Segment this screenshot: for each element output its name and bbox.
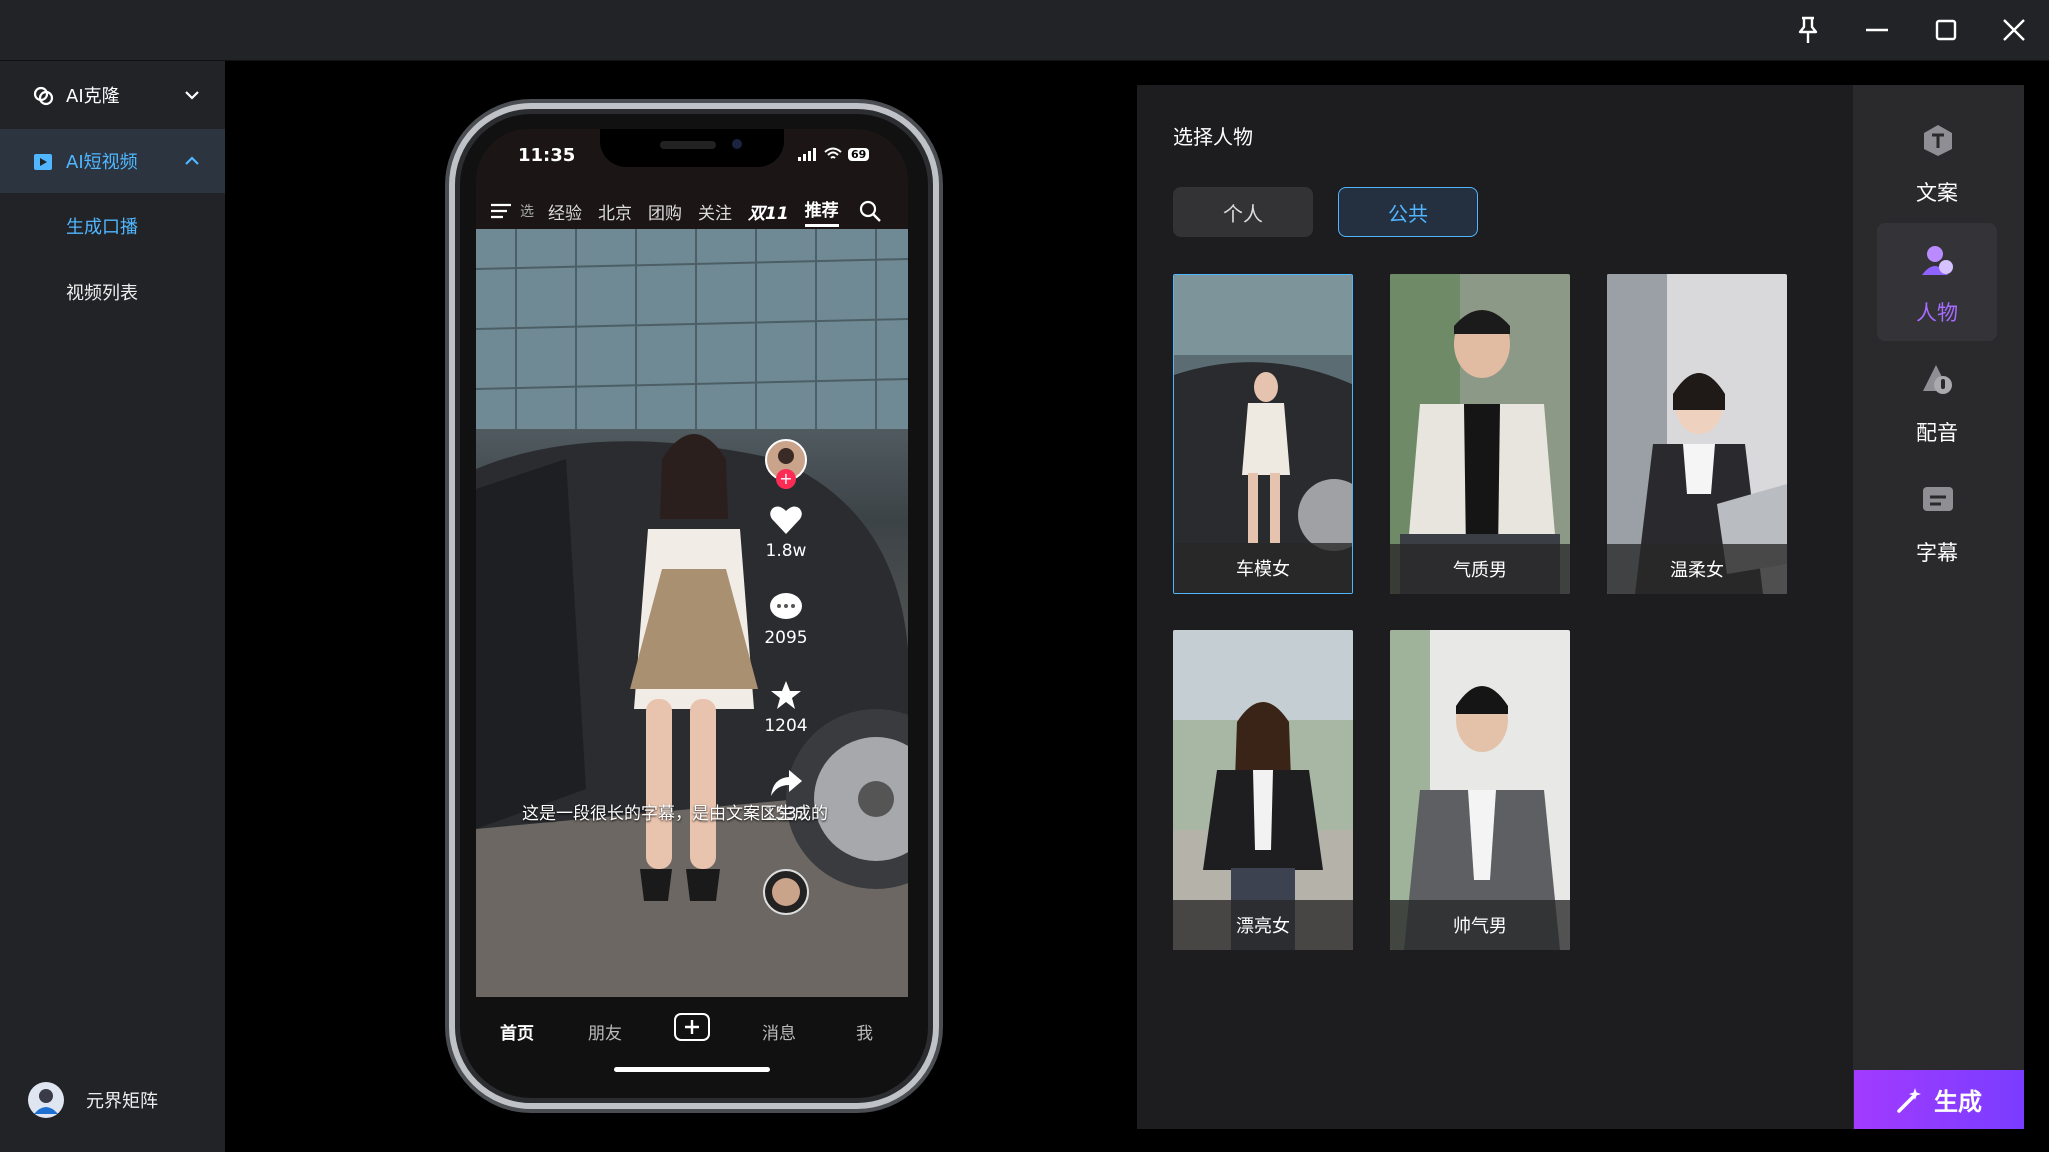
nav-item-recommend[interactable]: 推荐 (804, 196, 839, 227)
video-icon (34, 154, 52, 170)
share-icon (771, 770, 802, 796)
search-icon[interactable] (859, 200, 881, 222)
like-count: 1.8w (765, 541, 807, 561)
sidebar-group-ai-clone[interactable]: AI克隆 (0, 63, 225, 127)
nav-item-follow[interactable]: 关注 (698, 199, 732, 224)
add-post-button[interactable] (674, 1013, 710, 1041)
character-card[interactable]: 温柔女 (1607, 274, 1787, 594)
nav-item-beijing[interactable]: 北京 (598, 199, 632, 224)
voice-icon (1923, 365, 1952, 394)
minimize-icon[interactable] (1853, 10, 1901, 50)
character-name: 帅气男 (1390, 900, 1570, 950)
comment-button[interactable]: 2095 (756, 591, 816, 648)
sidebar-group-ai-short-video[interactable]: AI短视频 (0, 129, 225, 193)
generate-button[interactable]: 生成 (1854, 1070, 2024, 1129)
tab-friends[interactable]: 朋友 (588, 1019, 622, 1044)
rail-item-voice[interactable]: 配音 (1877, 343, 1997, 461)
nav-item-experience[interactable]: 经验 (548, 199, 582, 224)
close-icon[interactable] (1990, 10, 2038, 50)
favorite-button[interactable]: 1204 (756, 679, 816, 736)
nav-item-groupbuy[interactable]: 团购 (648, 199, 682, 224)
comment-count: 2095 (764, 628, 808, 648)
subtitle-icon (1923, 487, 1953, 511)
video-scene-illustration (476, 229, 908, 997)
home-indicator (614, 1067, 770, 1072)
character-card[interactable]: 帅气男 (1390, 630, 1570, 950)
character-name: 气质男 (1390, 544, 1570, 594)
signal-icon (798, 148, 816, 161)
maximize-icon[interactable] (1922, 10, 1970, 50)
character-card[interactable]: 漂亮女 (1173, 630, 1353, 950)
chevron-up-icon (185, 156, 199, 165)
clone-icon (33, 86, 54, 106)
favorite-count: 1204 (764, 716, 808, 736)
pin-icon[interactable] (1784, 10, 1832, 50)
video-subtitle: 这是一段很长的字幕，是由文案区生成的 (522, 804, 828, 824)
generate-label: 生成 (1934, 1088, 1982, 1116)
music-disc[interactable] (756, 869, 816, 920)
tool-rail: 文案 人物 配音 字幕 (1853, 85, 2024, 1129)
rail-item-label: 配音 (1916, 421, 1958, 445)
tab-messages[interactable]: 消息 (762, 1019, 796, 1044)
phone-top-nav: 选 经验 北京 团购 关注 双11 推荐 (476, 189, 908, 233)
sidebar-item-video-list[interactable]: 视频列表 (66, 279, 138, 305)
character-select-panel: 选择人物 个人 公共 车模女 气质男 温柔女 漂亮女 帅气男 (1137, 85, 1853, 1129)
avatar (28, 1082, 64, 1118)
rail-item-script[interactable]: 文案 (1877, 103, 1997, 221)
status-time: 11:35 (518, 145, 576, 166)
video-frame[interactable]: + 1.8w 2095 1204 1532 这是一段很长的字幕，是由文案区生成的 (476, 229, 908, 997)
segment-public[interactable]: 公共 (1338, 187, 1478, 237)
nav-item-partial[interactable]: 选 (520, 201, 534, 221)
title-bar (0, 0, 2049, 61)
panel-title: 选择人物 (1173, 125, 1253, 149)
user-name: 元界矩阵 (86, 1091, 158, 1112)
text-icon (1924, 125, 1952, 156)
battery-indicator: 69 (848, 147, 870, 161)
rail-item-label: 人物 (1916, 301, 1958, 325)
rail-item-character[interactable]: 人物 (1877, 223, 1997, 341)
follow-plus-icon[interactable]: + (776, 469, 796, 489)
segment-personal[interactable]: 个人 (1173, 187, 1313, 237)
character-card[interactable]: 车模女 (1173, 274, 1353, 594)
character-name: 温柔女 (1607, 544, 1787, 594)
nav-item-double11[interactable]: 双11 (748, 199, 789, 224)
phone-notch (600, 129, 784, 167)
comment-icon (770, 593, 802, 619)
star-icon (771, 681, 801, 709)
user-profile[interactable]: 元界矩阵 (28, 1080, 158, 1120)
person-icon (1922, 246, 1953, 275)
menu-icon[interactable] (490, 202, 512, 220)
magic-wand-icon (1897, 1087, 1921, 1113)
tab-me[interactable]: 我 (856, 1019, 873, 1044)
rail-item-label: 文案 (1916, 181, 1958, 205)
heart-icon (770, 506, 802, 534)
character-name: 漂亮女 (1173, 900, 1353, 950)
sidebar-item-generate-broadcast[interactable]: 生成口播 (66, 213, 138, 239)
phone-screen: 11:35 69 选 经验 北京 团购 关注 双11 推荐 + 1.8w 209… (476, 129, 908, 1081)
like-button[interactable]: 1.8w (756, 504, 816, 561)
status-icons: 69 (798, 147, 870, 161)
character-name: 车模女 (1174, 543, 1352, 593)
rail-item-label: 字幕 (1916, 541, 1958, 565)
character-card[interactable]: 气质男 (1390, 274, 1570, 594)
wifi-icon (824, 147, 842, 159)
sidebar-group-label: AI克隆 (66, 86, 120, 107)
sidebar-group-label: AI短视频 (66, 152, 138, 173)
plus-icon (685, 1020, 699, 1034)
tab-home[interactable]: 首页 (500, 1019, 534, 1044)
rail-item-subtitle[interactable]: 字幕 (1877, 463, 1997, 581)
sidebar: AI克隆 AI短视频 生成口播 视频列表 (0, 61, 225, 1152)
chevron-down-icon (185, 91, 199, 100)
phone-tab-bar: 首页 朋友 消息 我 (476, 997, 908, 1081)
